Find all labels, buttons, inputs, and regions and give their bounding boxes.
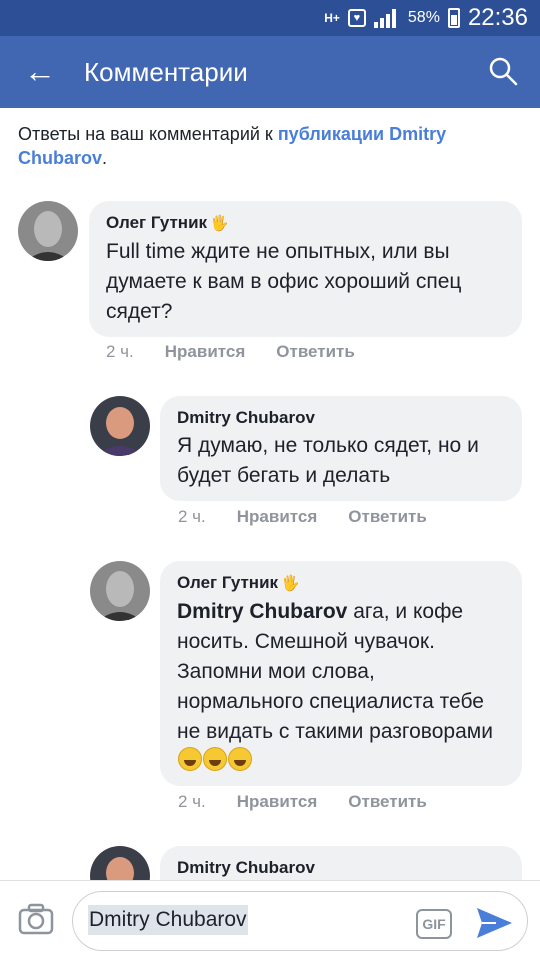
reply-context-suffix: . (102, 148, 108, 168)
avatar-photo-icon (90, 396, 150, 456)
avatar[interactable] (18, 201, 78, 261)
comment-text: Dmitry Chubarov ага, и кофе носить. Смеш… (177, 597, 506, 777)
comment-time: 2 ч. (178, 507, 206, 526)
clock: 22:36 (467, 4, 528, 31)
laughing-emoji-icon (178, 747, 202, 771)
reply-context-text: Ответы на ваш комментарий к (18, 124, 278, 144)
avatar-photo-icon (90, 561, 150, 621)
gif-button[interactable]: GIF (416, 909, 452, 939)
search-icon[interactable] (488, 56, 518, 86)
avatar[interactable] (90, 396, 150, 456)
comment-author[interactable]: Олег Гутник (106, 213, 207, 232)
laughing-emoji-icon (203, 747, 227, 771)
notification-icon: ♥ (347, 9, 366, 27)
comment-bubble: Олег Гутник 🖐 Dmitry Chubarov ага, и кофе… (160, 561, 522, 786)
avatar-photo-icon (18, 201, 78, 261)
reply-context: Ответы на ваш комментарий к публикации D… (18, 122, 523, 170)
comment-actions: 2 ч. Нравится Ответить (106, 342, 355, 362)
battery-percent: 58% (407, 9, 440, 26)
mention-link[interactable]: Dmitry Chubarov (177, 600, 347, 623)
like-button[interactable]: Нравится (237, 507, 318, 527)
comment-bubble: Олег Гутник 🖐 Full time ждите не опытных,… (89, 201, 522, 337)
battery-icon (447, 8, 460, 28)
comment-time: 2 ч. (178, 792, 206, 811)
network-indicator: H+ (324, 10, 340, 25)
reply-button[interactable]: Ответить (276, 342, 355, 362)
status-bar: H+ ♥ 58% 22:36 (0, 0, 540, 36)
comment-bubble: Dmitry Chubarov Я думаю, не только сядет… (160, 396, 522, 501)
page-title: Комментарии (84, 57, 248, 87)
camera-icon[interactable] (18, 903, 54, 935)
wave-icon: 🖐 (210, 215, 229, 232)
like-button[interactable]: Нравится (165, 342, 246, 362)
comment-input-value[interactable]: Dmitry Chubarov (88, 905, 248, 935)
comment-text: Full time ждите не опытных, или вы думае… (106, 240, 462, 323)
back-arrow-icon[interactable]: ← (22, 54, 58, 90)
comment-composer: Dmitry Chubarov GIF (0, 880, 540, 960)
wave-icon: 🖐 (281, 575, 300, 592)
comment-actions: 2 ч. Нравится Ответить (178, 507, 427, 527)
comment-actions: 2 ч. Нравится Ответить (178, 792, 427, 812)
comment-time: 2 ч. (106, 342, 134, 361)
like-button[interactable]: Нравится (237, 792, 318, 812)
comment-author[interactable]: Dmitry Chubarov (177, 406, 506, 430)
signal-icon (373, 8, 400, 28)
laughing-emoji-icon (228, 747, 252, 771)
avatar[interactable] (90, 561, 150, 621)
status-icons: H+ ♥ 58% 22:36 (324, 4, 528, 32)
comment-author[interactable]: Олег Гутник (177, 573, 278, 592)
send-icon[interactable] (474, 905, 514, 941)
reply-button[interactable]: Ответить (348, 792, 427, 812)
comment-author[interactable]: Dmitry Chubarov (177, 856, 506, 880)
app-bar: ← Комментарии (0, 36, 540, 108)
reply-button[interactable]: Ответить (348, 507, 427, 527)
comment-text: Я думаю, не только сядет, но и будет бег… (177, 434, 479, 487)
